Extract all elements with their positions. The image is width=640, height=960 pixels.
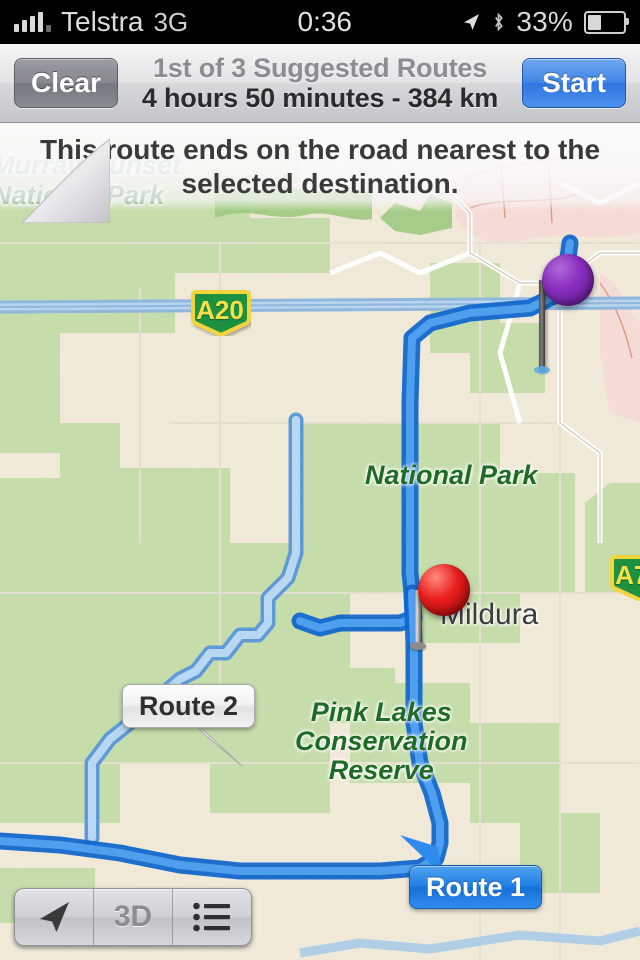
page-curl-corner[interactable]: [0, 123, 110, 223]
route-2-callout[interactable]: Route 2: [122, 684, 255, 728]
clock-label: 0:36: [298, 6, 353, 38]
route-summary: 1st of 3 Suggested Routes 4 hours 50 min…: [118, 54, 522, 113]
route-1-callout[interactable]: Route 1: [409, 865, 542, 909]
start-button[interactable]: Start: [522, 58, 626, 108]
pin-base: [410, 642, 426, 650]
route-index-label: 1st of 3 Suggested Routes: [118, 54, 522, 82]
map-canvas[interactable]: Murray-Sunset National Park National Par…: [0, 123, 640, 960]
battery-icon: [584, 11, 626, 34]
status-bar-right: 33%: [461, 6, 640, 38]
battery-percent-label: 33%: [516, 6, 573, 38]
tracking-button[interactable]: [15, 889, 93, 945]
pin-head: [418, 564, 470, 616]
carrier-label: Telstra: [61, 6, 143, 38]
highway-shield-a20[interactable]: A20: [189, 288, 251, 336]
view-3d-button[interactable]: 3D: [93, 889, 172, 945]
location-arrow-icon: [461, 12, 481, 32]
location-arrow-icon: [35, 898, 73, 936]
list-icon: [193, 902, 231, 932]
route-toolbar: Clear 1st of 3 Suggested Routes 4 hours …: [0, 44, 640, 123]
pin-head: [542, 254, 594, 306]
status-bar: Telstra 3G 0:36 33%: [0, 0, 640, 44]
map-controls-bar: 3D: [14, 888, 252, 946]
shield-label: A79: [608, 553, 640, 597]
shield-label: A20: [189, 288, 251, 332]
status-bar-center: 0:36: [188, 6, 461, 38]
status-bar-left: Telstra 3G: [0, 6, 188, 38]
route-duration-distance-label: 4 hours 50 minutes - 384 km: [118, 84, 522, 112]
clear-button[interactable]: Clear: [14, 58, 118, 108]
route-list-button[interactable]: [172, 889, 251, 945]
network-type-label: 3G: [153, 7, 188, 38]
pin-needle: [539, 280, 545, 372]
highway-shield-a79[interactable]: A79: [608, 553, 640, 601]
pin-base: [534, 366, 550, 374]
maps-app-screen: Telstra 3G 0:36 33% Clear 1st of 3 Sugge…: [0, 0, 640, 960]
bluetooth-icon: [492, 12, 505, 32]
map-tiles: [0, 123, 640, 960]
signal-bars-icon: [14, 12, 51, 32]
